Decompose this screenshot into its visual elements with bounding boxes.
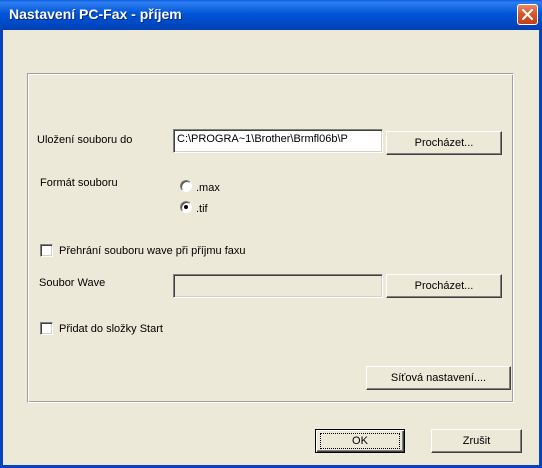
window-frame-left (0, 30, 3, 468)
play-wave-label[interactable]: Přehrání souboru wave při příjmu faxu (59, 245, 245, 257)
add-to-startup-label[interactable]: Přidat do složky Start (59, 323, 163, 335)
format-tif-radio[interactable] (180, 201, 192, 213)
pc-fax-receive-settings-dialog: Nastavení PC-Fax - příjem Uložení soubor… (0, 0, 542, 468)
save-location-label: Uložení souboru do (37, 134, 133, 146)
ok-button[interactable]: OK (315, 429, 405, 453)
wave-file-field[interactable] (173, 274, 383, 298)
title-bar[interactable]: Nastavení PC-Fax - příjem (0, 0, 542, 30)
save-location-browse-button[interactable]: Procházet... (386, 131, 502, 155)
wave-file-browse-button[interactable]: Procházet... (386, 274, 502, 298)
file-format-label: Formát souboru (40, 177, 118, 189)
save-location-field[interactable]: C:\PROGRA~1\Brother\Brmfl06b\P (173, 129, 383, 153)
window-title: Nastavení PC-Fax - příjem (9, 6, 182, 22)
format-tif-label[interactable]: .tif (196, 203, 208, 215)
close-button[interactable] (517, 4, 538, 25)
cancel-button[interactable]: Zrušit (431, 429, 522, 453)
close-icon (522, 9, 533, 20)
play-wave-checkbox[interactable] (40, 244, 53, 257)
format-max-label[interactable]: .max (196, 182, 220, 194)
focus-rectangle (320, 433, 400, 449)
radio-selected-dot (184, 205, 188, 209)
wave-file-label: Soubor Wave (39, 277, 106, 289)
format-max-radio[interactable] (180, 180, 192, 192)
settings-group (27, 73, 514, 403)
add-to-startup-checkbox[interactable] (40, 322, 53, 335)
network-settings-button[interactable]: Síťová nastavení.... (366, 366, 511, 390)
